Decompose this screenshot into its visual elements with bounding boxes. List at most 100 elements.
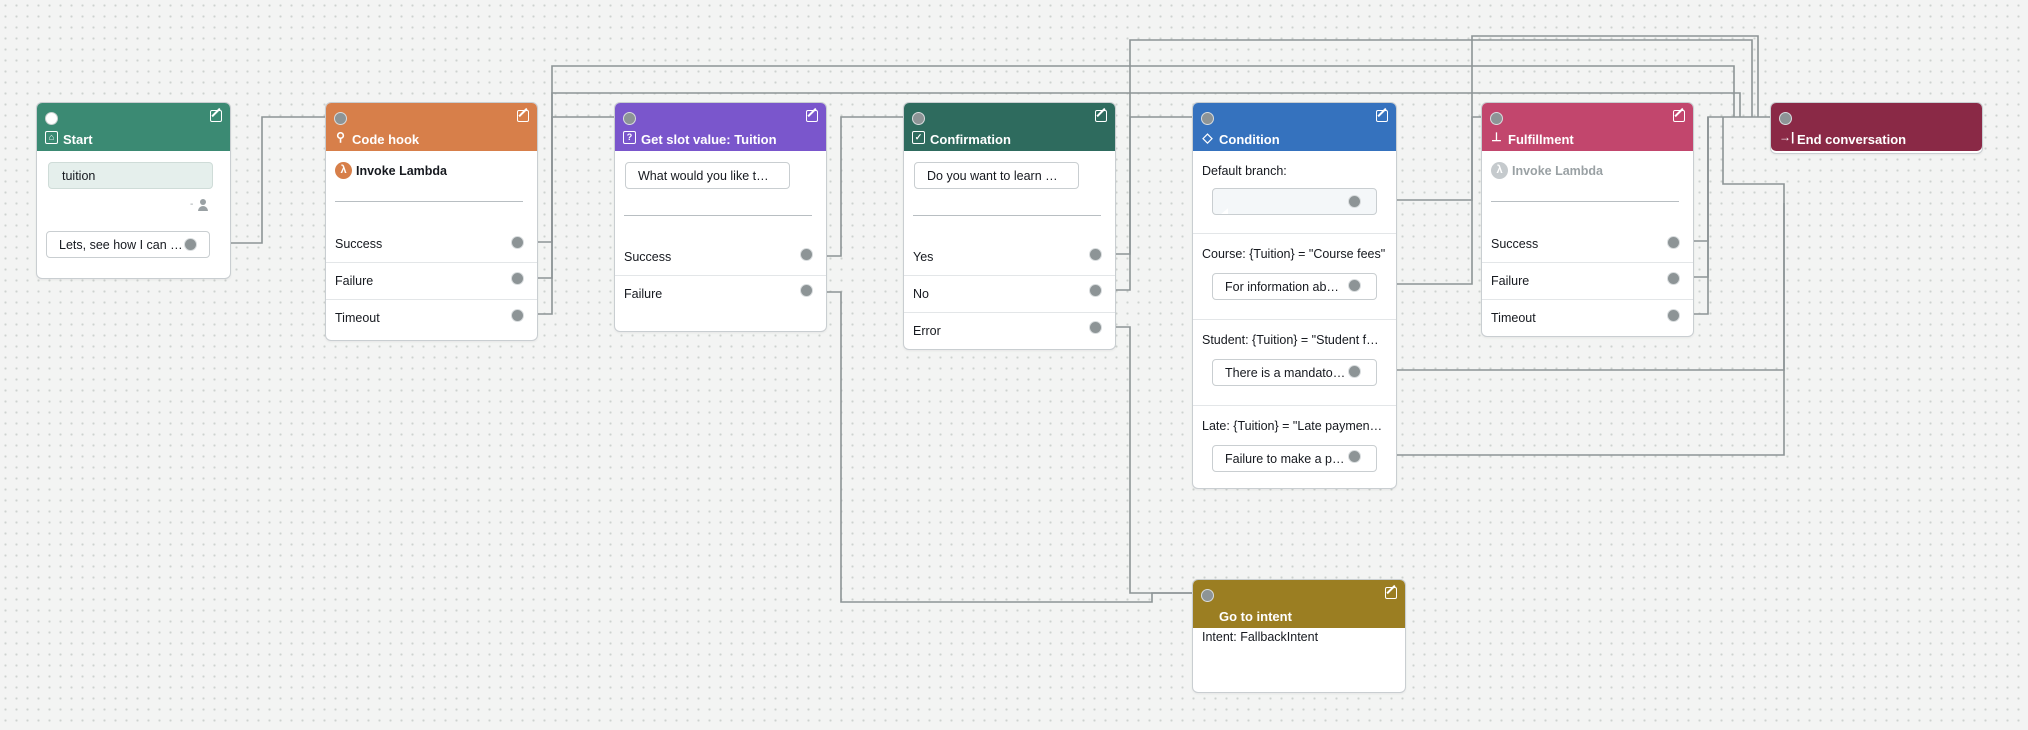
- utterance-chip[interactable]: tuition: [48, 162, 213, 189]
- output-label: Timeout: [335, 311, 380, 325]
- goto-header[interactable]: Go to intent: [1193, 580, 1405, 628]
- get-slot-success-port[interactable]: [800, 248, 813, 261]
- start-icon: ⌂: [45, 131, 58, 144]
- output-label: Error: [913, 324, 941, 338]
- output-failure[interactable]: Failure: [326, 262, 537, 298]
- question-icon: ?: [623, 131, 636, 144]
- get-slot-header[interactable]: ? Get slot value: Tuition: [615, 103, 826, 151]
- confirmation-prompt-bubble[interactable]: Do you want to learn …: [914, 162, 1079, 189]
- start-block[interactable]: ⌂ Start tuition - Lets, see how I can …: [36, 102, 231, 279]
- fulfillment-timeout-port[interactable]: [1667, 309, 1680, 322]
- branch-message: There is a mandato…: [1225, 366, 1346, 380]
- get-slot-input-port[interactable]: [623, 112, 636, 125]
- utterance-text: tuition: [62, 169, 96, 183]
- code-hook-action: Invoke Lambda: [356, 164, 447, 178]
- user-icon: [198, 199, 208, 211]
- confirmation-error-port[interactable]: [1089, 321, 1102, 334]
- code-hook-header[interactable]: ⚲ Code hook: [326, 103, 537, 151]
- edit-icon[interactable]: [210, 110, 222, 122]
- start-response-text: Lets, see how I can …: [59, 238, 183, 252]
- branch-label: Default branch:: [1202, 164, 1287, 178]
- code-hook-icon: ⚲: [336, 130, 345, 144]
- edit-icon[interactable]: [806, 110, 818, 122]
- edit-icon[interactable]: [1095, 110, 1107, 122]
- code-hook-failure-port[interactable]: [511, 272, 524, 285]
- edit-icon[interactable]: [1673, 110, 1685, 122]
- start-header[interactable]: ⌂ Start: [37, 103, 230, 151]
- fulfillment-title: Fulfillment: [1508, 132, 1574, 147]
- edit-icon[interactable]: [1385, 587, 1397, 599]
- lambda-icon: λ: [335, 162, 352, 179]
- output-label: No: [913, 287, 929, 301]
- confirmation-no-port[interactable]: [1089, 284, 1102, 297]
- output-timeout[interactable]: Timeout: [1482, 299, 1693, 335]
- code-hook-input-port[interactable]: [334, 112, 347, 125]
- slot-prompt-bubble[interactable]: What would you like t…: [625, 162, 790, 189]
- end-header[interactable]: →| End conversation: [1771, 103, 1982, 151]
- output-yes[interactable]: Yes: [904, 239, 1115, 275]
- fulfillment-success-port[interactable]: [1667, 236, 1680, 249]
- check-icon: ✓: [912, 131, 925, 144]
- code-hook-timeout-port[interactable]: [511, 309, 524, 322]
- fulfillment-action: Invoke Lambda: [1512, 164, 1603, 178]
- branch-label: Course: {Tuition} = "Course fees": [1202, 247, 1386, 261]
- edit-icon[interactable]: [517, 110, 529, 122]
- output-success[interactable]: Success: [1482, 226, 1693, 262]
- fulfillment-block[interactable]: ⊥ Fulfillment λ Invoke Lambda Success Fa…: [1481, 102, 1694, 337]
- goto-input-port[interactable]: [1201, 589, 1214, 602]
- output-label: Timeout: [1491, 311, 1536, 325]
- output-success[interactable]: Success: [615, 239, 826, 275]
- output-failure[interactable]: Failure: [615, 275, 826, 311]
- output-timeout[interactable]: Timeout: [326, 299, 537, 335]
- output-failure[interactable]: Failure: [1482, 262, 1693, 298]
- goto-intent-name: Intent: FallbackIntent: [1202, 630, 1319, 644]
- confirmation-yes-port[interactable]: [1089, 248, 1102, 261]
- output-no[interactable]: No: [904, 275, 1115, 311]
- code-hook-block[interactable]: ⚲ Code hook λ Invoke Lambda Success Fail…: [325, 102, 538, 341]
- get-slot-title: Get slot value: Tuition: [641, 132, 777, 147]
- confirmation-header[interactable]: ✓ Confirmation: [904, 103, 1115, 151]
- output-label: Failure: [335, 274, 374, 288]
- separator: [1491, 201, 1679, 202]
- fulfillment-icon: ⊥: [1491, 130, 1502, 144]
- diamond-icon: ◇: [1202, 130, 1213, 145]
- output-label: Failure: [1491, 274, 1530, 288]
- fulfillment-header[interactable]: ⊥ Fulfillment: [1482, 103, 1693, 151]
- go-to-intent-block[interactable]: Go to intent Intent: FallbackIntent: [1192, 579, 1406, 693]
- output-label: Success: [335, 237, 383, 251]
- confirmation-title: Confirmation: [930, 132, 1011, 147]
- output-success[interactable]: Success: [326, 226, 537, 262]
- branch-label: Late: {Tuition} = "Late paymen…: [1202, 419, 1383, 433]
- condition-student-port[interactable]: [1348, 365, 1361, 378]
- output-label: Failure: [624, 287, 663, 301]
- start-handle[interactable]: [45, 112, 58, 125]
- condition-block[interactable]: ◇ Condition Default branch: Course: {Tui…: [1192, 102, 1397, 489]
- condition-input-port[interactable]: [1201, 112, 1214, 125]
- condition-late-port[interactable]: [1348, 450, 1361, 463]
- condition-header[interactable]: ◇ Condition: [1193, 103, 1396, 151]
- confirmation-block[interactable]: ✓ Confirmation Do you want to learn … Ye…: [903, 102, 1116, 350]
- separator: [913, 215, 1101, 216]
- edit-icon[interactable]: [1376, 110, 1388, 122]
- end-conversation-block[interactable]: →| End conversation: [1770, 102, 1983, 154]
- lambda-icon: λ: [1491, 162, 1508, 179]
- confirmation-prompt-text: Do you want to learn …: [927, 169, 1058, 183]
- fulfillment-input-port[interactable]: [1490, 112, 1503, 125]
- condition-default-port[interactable]: [1348, 195, 1361, 208]
- get-slot-block[interactable]: ? Get slot value: Tuition What would you…: [614, 102, 827, 332]
- fulfillment-failure-port[interactable]: [1667, 272, 1680, 285]
- branch-message: Failure to make a p…: [1225, 452, 1345, 466]
- output-label: Success: [1491, 237, 1539, 251]
- end-input-port[interactable]: [1779, 112, 1792, 125]
- get-slot-failure-port[interactable]: [800, 284, 813, 297]
- separator: [624, 215, 812, 216]
- start-title: Start: [63, 132, 93, 147]
- code-hook-success-port[interactable]: [511, 236, 524, 249]
- code-hook-title: Code hook: [352, 132, 420, 147]
- exit-icon: →|: [1779, 130, 1795, 144]
- start-output-port[interactable]: [184, 238, 197, 251]
- confirmation-input-port[interactable]: [912, 112, 925, 125]
- goto-title: Go to intent: [1219, 609, 1292, 624]
- condition-course-port[interactable]: [1348, 279, 1361, 292]
- output-error[interactable]: Error: [904, 312, 1115, 348]
